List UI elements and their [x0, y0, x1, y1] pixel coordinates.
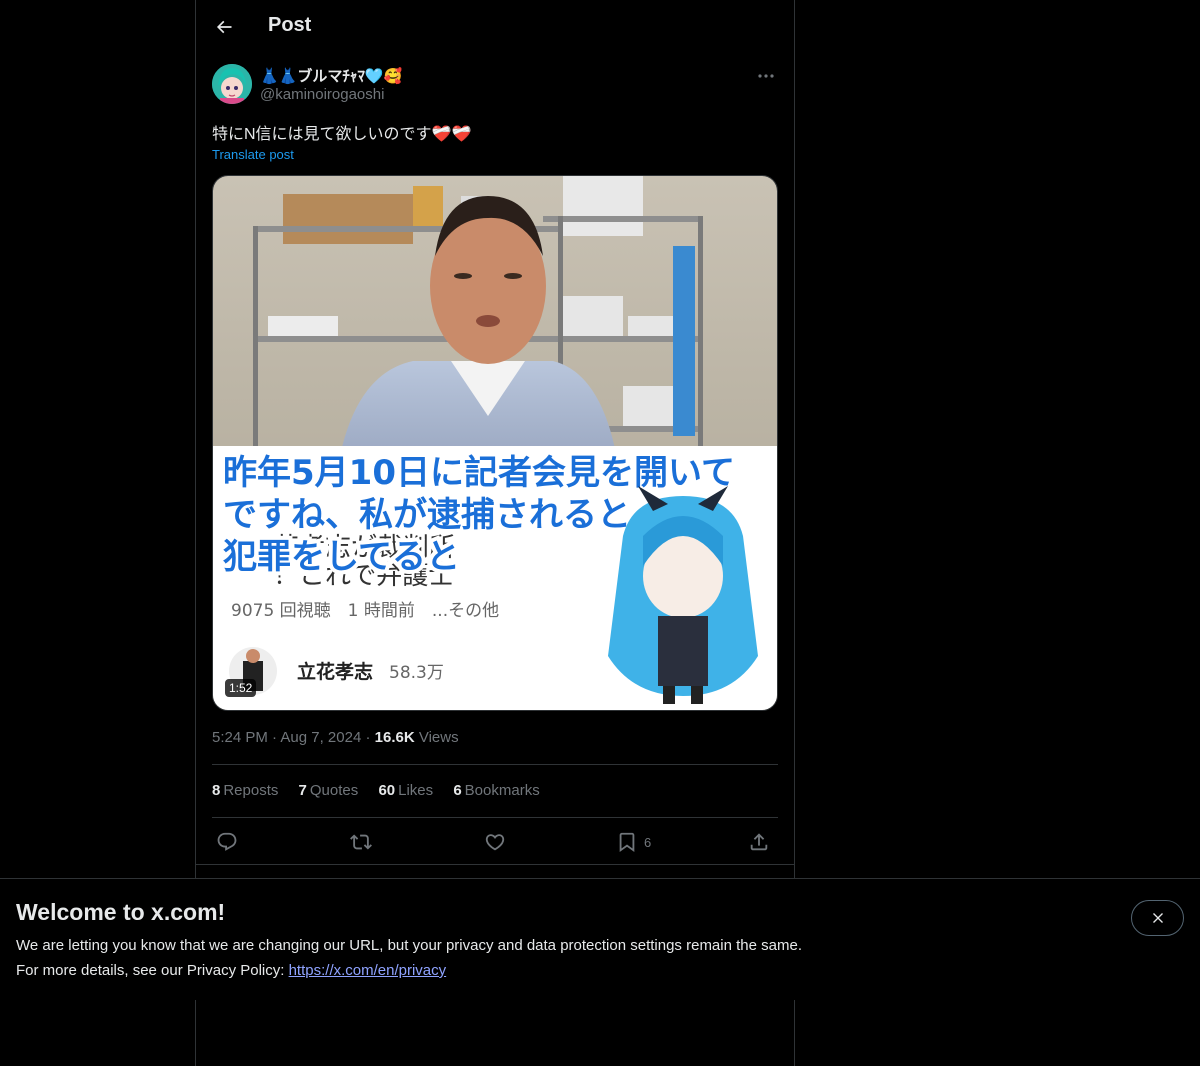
views-label: Views: [418, 729, 459, 746]
channel-name: 立花孝志: [297, 660, 373, 683]
bookmarks-stat[interactable]: 6 Bookmarks: [453, 782, 539, 799]
bookmark-icon: [619, 832, 635, 853]
privacy-policy-link[interactable]: https://x.com/en/privacy: [289, 962, 447, 979]
quotes-stat[interactable]: 7 Quotes: [299, 782, 359, 799]
channel-subs: 58.3万: [389, 663, 444, 683]
post-text: 特にN信には見て欲しいのです❤️‍🩹❤️‍🩹: [212, 126, 472, 143]
back-arrow-icon: [216, 20, 232, 34]
share-icon: [750, 833, 768, 851]
banner-title: Welcome to x.com!: [16, 899, 226, 925]
display-name[interactable]: 👗👗ブルマﾁｬﾏ🩵🥰: [260, 65, 402, 86]
engagement-stats: 8 Reposts 7 Quotes 60 Likes 6 Bookmarks: [212, 782, 556, 799]
views-count: 16.6K: [374, 729, 415, 746]
banner-policy-line: For more details, see our Privacy Policy…: [16, 962, 447, 979]
like-button[interactable]: [484, 830, 506, 854]
likes-stat[interactable]: 60 Likes: [378, 782, 433, 799]
close-icon: [1152, 913, 1163, 923]
divider: [212, 764, 778, 765]
reposts-stat[interactable]: 8 Reposts: [212, 782, 278, 799]
user-handle[interactable]: @kaminoirogaoshi: [260, 86, 384, 103]
post-meta: 5:24 PM · Aug 7, 2024 · 16.6K Views: [212, 729, 459, 746]
action-bar: 6: [212, 828, 778, 856]
share-button[interactable]: [748, 830, 770, 854]
video-duration-badge: 1:52: [225, 679, 257, 697]
bookmark-button[interactable]: 6: [616, 830, 651, 854]
post-author: 👗👗ブルマﾁｬﾏ🩵🥰 @kaminoirogaoshi: [212, 64, 778, 108]
welcome-banner: Welcome to x.com! We are letting you kno…: [0, 878, 1200, 1000]
close-banner-button[interactable]: [1131, 900, 1184, 936]
repost-icon: [350, 834, 372, 850]
video-thumbnail[interactable]: 花孝志が裁判所 ！これで弁護士 9075 回視聴 1 時間前 ...その他 立花…: [212, 175, 778, 711]
caption-line-2: ですね、私が逮捕されると: [223, 495, 631, 535]
page-title: Post: [268, 14, 312, 36]
translate-post-link[interactable]: Translate post: [212, 147, 294, 162]
post-time[interactable]: 5:24 PM: [212, 729, 268, 746]
more-dots-icon: [758, 74, 774, 78]
caption-line-3: 犯罪をしてると: [223, 537, 460, 577]
post-date[interactable]: Aug 7, 2024: [280, 729, 361, 746]
video-frame-image: 花孝志が裁判所 ！これで弁護士 9075 回視聴 1 時間前 ...その他 立花…: [213, 176, 777, 710]
divider: [212, 817, 778, 818]
reply-icon: [217, 832, 237, 851]
heart-icon: [485, 834, 505, 851]
avatar[interactable]: [212, 64, 252, 104]
reply-button[interactable]: [216, 830, 238, 854]
divider: [196, 864, 794, 865]
back-button[interactable]: [208, 11, 240, 43]
anime-character-image: [608, 486, 758, 704]
top-bar: Post: [196, 0, 794, 54]
repost-button[interactable]: [350, 830, 372, 854]
banner-message: We are letting you know that we are chan…: [16, 937, 802, 954]
views-line-text: 9075 回視聴 1 時間前 ...その他: [231, 601, 499, 621]
bookmark-count: 6: [644, 834, 652, 850]
more-options-button[interactable]: [754, 66, 778, 86]
caption-line-1: 昨年5月10日に記者会見を開いて: [223, 453, 735, 493]
